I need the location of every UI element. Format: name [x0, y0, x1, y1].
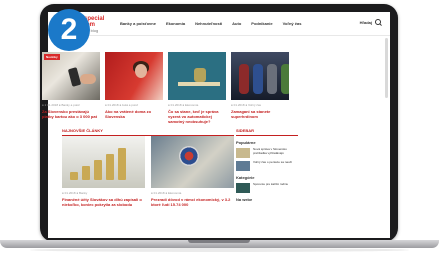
card-meta: ● 01.2018 ● Autá a poisť — [105, 103, 138, 107]
card-image[interactable]: Novinky — [42, 52, 100, 100]
main-nav: Banky a poisťovne Ekonomia Nehnuteľnosti… — [120, 21, 301, 26]
coin-stack — [118, 148, 126, 180]
hero-figure — [239, 64, 249, 94]
card-image[interactable] — [105, 52, 163, 100]
step-number-badge: 2 — [48, 9, 90, 51]
nav-item-banky[interactable]: Banky a poisťovne — [120, 21, 156, 26]
coin-stack — [94, 160, 102, 180]
sidebar: Populárne Nová správa v Slovensku prehli… — [236, 136, 298, 226]
sidebar-item-text[interactable]: Nová správa v Slovensku prehliadka vyhľa… — [253, 147, 298, 158]
nav-item-auto[interactable]: Auto — [232, 21, 241, 26]
card-title[interactable]: Zamagani sa stanete superhrdinom — [231, 109, 289, 119]
coin-stack — [106, 154, 114, 180]
card-latest-2[interactable]: ● 01.2018 ● Ekonomia Prezradí dôvod v rá… — [151, 136, 234, 216]
category-tag[interactable]: Novinky — [44, 54, 60, 60]
sidebar-title-popular: Populárne — [236, 140, 256, 145]
money-bag — [194, 68, 206, 82]
card-meta: ● 2 01.2018 ● Banky a poisť — [42, 103, 80, 107]
card-image[interactable] — [62, 136, 145, 188]
card-title[interactable]: Čo sa stane, keď je správa vyzerá vo aut… — [168, 109, 226, 124]
card-featured-1[interactable]: Novinky ● 2 01.2018 ● Banky a poisť Za S… — [42, 52, 100, 132]
coin-stack — [70, 172, 78, 180]
hand — [80, 74, 96, 84]
card-meta: ● 01.2018 ● Banky — [62, 191, 88, 195]
search-label: Hľadaj — [359, 20, 372, 25]
card-image[interactable] — [231, 52, 289, 100]
globe-flag — [179, 146, 199, 166]
sidebar-item-text[interactable]: Voľný čas o peniaze sa naučí — [253, 160, 292, 171]
nav-item-volny-cas[interactable]: Voľný čas — [283, 21, 302, 26]
hero-figure — [253, 64, 263, 94]
sidebar-item-text[interactable]: Sporenie pre každú rodinu — [253, 182, 288, 193]
site-header: special tom the blog Banky a poisťovne E… — [48, 12, 390, 36]
hero-figure — [281, 64, 289, 94]
section-heading-sidebar: SIDEBAR — [236, 128, 298, 136]
sidebar-item[interactable]: Nová správa v Slovensku prehliadka vyhľa… — [236, 147, 298, 158]
sidebar-item[interactable]: Voľný čas o peniaze sa naučí — [236, 160, 298, 171]
card-meta: ● 01.2018 ● Ekonomia — [151, 191, 182, 195]
section-heading-latest: NAJNOVŠIE ČLÁNKY — [62, 128, 234, 136]
card-meta: ● 01.2018 ● Voľný čas — [231, 103, 262, 107]
featured-cards: Novinky ● 2 01.2018 ● Banky a poisť Za S… — [42, 52, 289, 132]
sidebar-title-web: Na webe — [236, 197, 253, 202]
sidebar-thumb[interactable] — [236, 161, 250, 171]
card-title[interactable]: Ako na vrátené doma zo Slovenska — [105, 109, 163, 119]
nav-item-nehnutelnosti[interactable]: Nehnuteľnosti — [195, 21, 222, 26]
sidebar-thumb[interactable] — [236, 148, 250, 158]
sidebar-title-categories: Kategórie — [236, 175, 255, 180]
search-area[interactable]: Hľadaj — [360, 19, 382, 26]
sidebar-thumb[interactable] — [236, 183, 250, 193]
latest-articles: ● 01.2018 ● Banky Finančné účty Slovákov… — [62, 136, 234, 216]
card-latest-1[interactable]: ● 01.2018 ● Banky Finančné účty Slovákov… — [62, 136, 145, 216]
card-image[interactable] — [151, 136, 234, 188]
card-title[interactable]: Prezradí dôvod v rámci ekonomický, v 3.2… — [151, 197, 234, 207]
person-face — [135, 64, 147, 78]
card-title[interactable]: Finančné účty Slovákov sa dlhú zapísali … — [62, 197, 145, 207]
card-featured-2[interactable]: ● 01.2018 ● Autá a poisť Ako na vrátené … — [105, 52, 163, 132]
card-featured-3[interactable]: ● 01.2018 ● Ekonomia Čo sa stane, keď je… — [168, 52, 226, 132]
scrollbar[interactable] — [385, 38, 388, 98]
shelf — [178, 82, 220, 86]
card-image[interactable] — [168, 52, 226, 100]
card-meta: ● 01.2018 ● Ekonomia — [168, 103, 199, 107]
sidebar-item[interactable]: Sporenie pre každú rodinu — [236, 182, 298, 193]
stage: special tom the blog Banky a poisťovne E… — [0, 0, 439, 255]
search-icon[interactable] — [375, 19, 382, 26]
card-title[interactable]: Za Slovensko prestávajú platby kartou ak… — [42, 109, 100, 119]
nav-item-ekonomia[interactable]: Ekonomia — [166, 21, 185, 26]
hero-figure — [267, 64, 277, 94]
card-featured-4[interactable]: ● 01.2018 ● Voľný čas Zamagani sa stanet… — [231, 52, 289, 132]
coin-stack — [82, 166, 90, 180]
laptop-shadow — [30, 248, 409, 252]
laptop-notch — [188, 240, 250, 243]
nav-item-podnikanie[interactable]: Podnikanie — [251, 21, 272, 26]
